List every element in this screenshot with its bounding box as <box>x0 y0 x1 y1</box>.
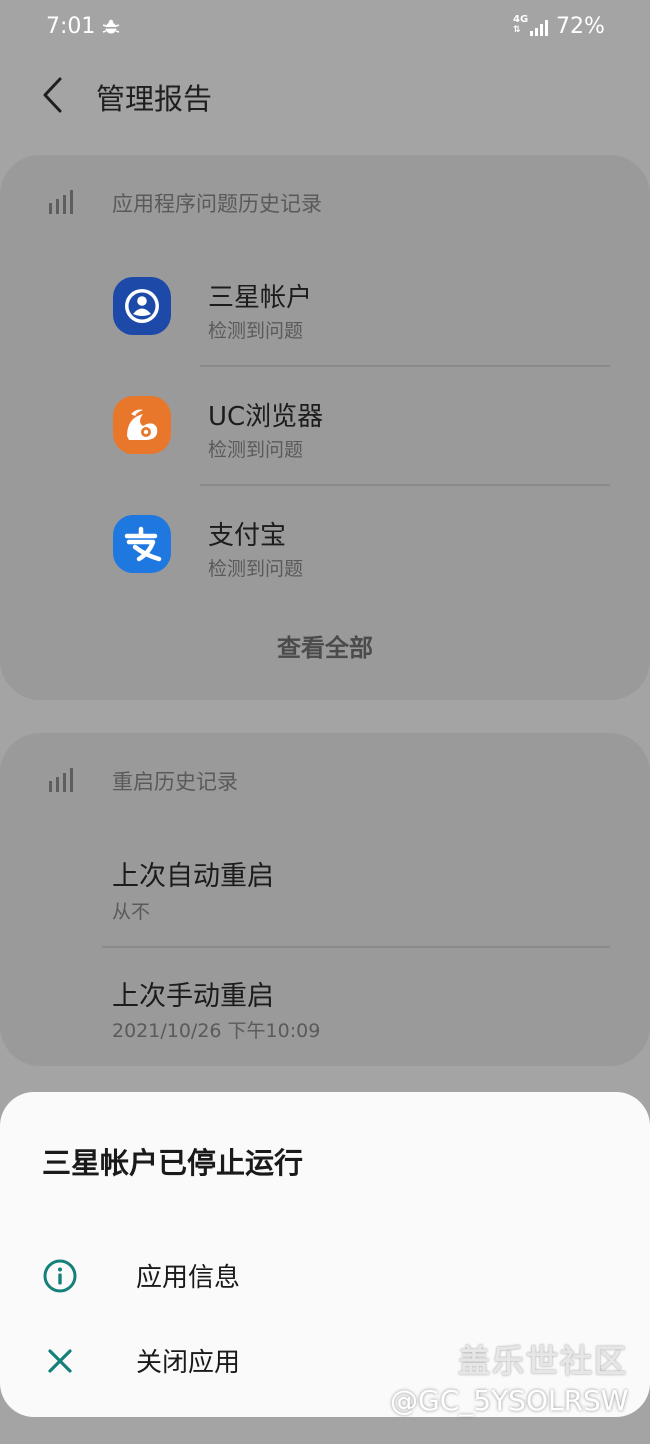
uc-browser-icon <box>113 396 171 454</box>
app-name: 三星帐户 <box>208 283 313 313</box>
samsung-account-icon <box>113 277 171 335</box>
bar-chart-icon <box>48 189 74 219</box>
reboot-value: 2021/10/26 下午10:09 <box>112 1020 321 1042</box>
divider <box>102 946 610 948</box>
app-issues-card: 应用程序问题历史记录 三星帐户 检测到问题 UC浏览器 检测到问题 支付宝 检测… <box>0 155 650 700</box>
watermark-brand: 盖乐世社区 <box>458 1342 629 1380</box>
close-icon <box>43 1344 77 1382</box>
battery-level: 72% <box>556 14 605 39</box>
alipay-icon <box>113 515 171 573</box>
status-time: 7:01 <box>46 14 96 39</box>
network-type: 4G ⇅ <box>513 14 529 36</box>
reboot-history-card: 重启历史记录 上次自动重启 从不 上次手动重启 2021/10/26 下午10:… <box>0 733 650 1066</box>
section-title-reboot: 重启历史记录 <box>112 770 238 794</box>
section-title-app-issues: 应用程序问题历史记录 <box>112 192 322 216</box>
app-info-button[interactable]: 应用信息 <box>0 1237 650 1317</box>
app-status: 检测到问题 <box>208 439 304 461</box>
reboot-label: 上次自动重启 <box>112 861 274 892</box>
reboot-label: 上次手动重启 <box>112 981 274 1012</box>
divider <box>200 484 610 486</box>
app-name: UC浏览器 <box>208 402 324 432</box>
bug-icon <box>102 18 120 40</box>
signal-icon <box>530 20 550 40</box>
app-info-label: 应用信息 <box>136 1263 241 1293</box>
app-name: 支付宝 <box>208 521 287 551</box>
info-icon <box>43 1259 77 1297</box>
reboot-value: 从不 <box>112 901 151 923</box>
page-title: 管理报告 <box>96 82 213 116</box>
app-status: 检测到问题 <box>208 320 304 342</box>
watermark-user: @GC_5YSOLRSW <box>390 1384 629 1417</box>
sheet-title: 三星帐户已停止运行 <box>42 1146 304 1180</box>
divider <box>200 365 610 367</box>
bar-chart-icon <box>48 767 74 797</box>
view-all-button[interactable]: 查看全部 <box>0 628 650 663</box>
close-app-label: 关闭应用 <box>136 1348 241 1378</box>
back-icon[interactable] <box>38 76 68 118</box>
app-status: 检测到问题 <box>208 558 304 580</box>
